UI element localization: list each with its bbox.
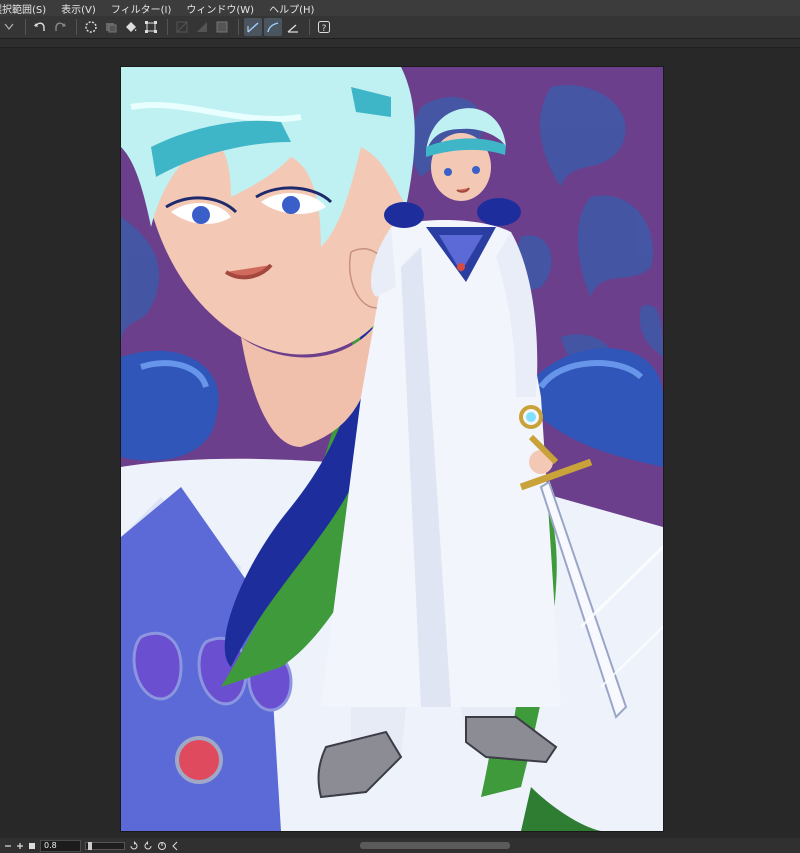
transform-icon[interactable]: [142, 18, 160, 36]
toolbar-separator: [76, 19, 77, 35]
help-icon[interactable]: ?: [315, 18, 333, 36]
rotate-left-icon[interactable]: [129, 840, 139, 851]
zoom-slider-knob[interactable]: [88, 841, 92, 850]
reset-rotation-icon[interactable]: [157, 841, 167, 851]
redo-icon[interactable]: [51, 18, 69, 36]
menu-item-view[interactable]: 表示(V): [61, 1, 105, 16]
loading-icon[interactable]: [82, 18, 100, 36]
ruler-straight-icon[interactable]: [244, 18, 262, 36]
rotate-right-icon[interactable]: [143, 840, 153, 851]
status-bar: 0.8: [0, 838, 800, 853]
menu-item-window[interactable]: ウィンドウ(W): [186, 1, 263, 16]
menu-item-select[interactable]: 選択範囲(S): [0, 1, 55, 16]
zoom-slider[interactable]: [85, 841, 125, 850]
artwork-canvas[interactable]: [121, 67, 663, 831]
fill-icon[interactable]: [122, 18, 140, 36]
stop-icon[interactable]: [28, 842, 36, 850]
toolbar-separator: [167, 19, 168, 35]
zoom-input[interactable]: 0.8: [40, 839, 81, 852]
zoom-plus-button[interactable]: [16, 842, 24, 850]
menu-bar: 選択範囲(S) 表示(V) フィルター(I) ウィンドウ(W) ヘルプ(H): [0, 0, 800, 16]
ruler-curve-icon[interactable]: [264, 18, 282, 36]
snap-off-icon[interactable]: [173, 18, 191, 36]
svg-text:?: ?: [322, 24, 327, 34]
snap-grid-icon[interactable]: [213, 18, 231, 36]
toolbar-separator: [238, 19, 239, 35]
clear-icon[interactable]: [102, 18, 120, 36]
ruler-strip: [0, 39, 800, 48]
toolbar-separator: [309, 19, 310, 35]
horizontal-scrollbar[interactable]: [360, 842, 510, 849]
command-bar: ?: [0, 16, 800, 39]
undo-icon[interactable]: [31, 18, 49, 36]
toolbar-separator: [25, 19, 26, 35]
flip-icon[interactable]: [171, 841, 179, 851]
menu-item-filter[interactable]: フィルター(I): [111, 1, 181, 16]
toolbar-more-icon[interactable]: [0, 18, 18, 36]
artwork-illustration: [121, 67, 663, 831]
ruler-angle-icon[interactable]: [284, 18, 302, 36]
menu-item-help[interactable]: ヘルプ(H): [269, 1, 323, 16]
zoom-minus-button[interactable]: [4, 842, 12, 850]
snap-special-icon[interactable]: [193, 18, 211, 36]
